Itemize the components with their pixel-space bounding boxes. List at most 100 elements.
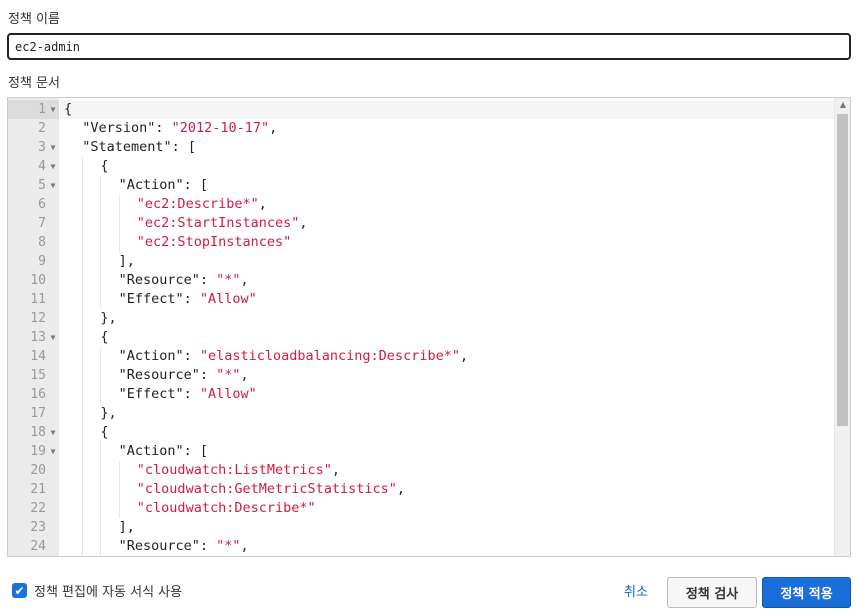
indent-guide: [100, 290, 102, 309]
indent-guide: [100, 537, 102, 556]
code-line[interactable]: 4 ▼ {: [8, 157, 835, 176]
indent-guide: [100, 442, 102, 461]
code-line[interactable]: 7 "ec2:StartInstances",: [8, 214, 835, 233]
code-line[interactable]: 22 "cloudwatch:Describe*": [8, 499, 835, 518]
code-line[interactable]: 19 ▼ "Action": [: [8, 442, 835, 461]
fold-arrow-icon[interactable]: ▼: [48, 100, 58, 119]
string-token: "*": [216, 538, 241, 554]
indent-guide: [100, 252, 102, 271]
checkmark-icon[interactable]: ✔: [12, 583, 27, 598]
code-text: "cloudwatch:GetMetricStatistics",: [137, 480, 405, 499]
indent-guide: [82, 442, 84, 461]
line-number: 10: [30, 273, 46, 288]
string-token: "cloudwatch:Describe*": [136, 500, 316, 516]
indent-guide: [100, 233, 102, 252]
code-text: },: [100, 309, 116, 328]
scroll-up-arrow-icon[interactable]: ▲: [835, 98, 850, 112]
line-number: 19: [30, 444, 46, 459]
indent-guide: [82, 271, 84, 290]
indent-guide: [82, 233, 84, 252]
policy-name-label: 정책 이름: [8, 12, 60, 27]
line-number: 1: [38, 102, 46, 117]
code-line[interactable]: 18 ▼ {: [8, 423, 835, 442]
indent-guide: [118, 499, 120, 518]
fold-arrow-icon[interactable]: ▼: [48, 157, 58, 176]
indent-guide: [100, 271, 102, 290]
indent-guide: [82, 423, 84, 442]
line-number: 16: [30, 387, 46, 402]
fold-arrow-icon[interactable]: ▼: [48, 442, 58, 461]
code-line[interactable]: 20 "cloudwatch:ListMetrics",: [8, 461, 835, 480]
code-text: "cloudwatch:Describe*": [137, 499, 316, 518]
fold-arrow-icon[interactable]: ▼: [48, 176, 58, 195]
code-line[interactable]: 3 ▼ "Statement": [: [8, 138, 835, 157]
string-token: "elasticloadbalancing:Describe*": [199, 348, 460, 364]
code-line[interactable]: 2 "Version": "2012-10-17",: [8, 119, 835, 138]
code-line[interactable]: 13 ▼ {: [8, 328, 835, 347]
code-text: "Effect": "Allow": [119, 385, 257, 404]
punctuation-token: ,: [396, 481, 406, 497]
punctuation-token: {: [64, 101, 73, 117]
indent-guide: [82, 518, 84, 537]
indent-guide: [118, 233, 120, 252]
line-number: 15: [30, 368, 46, 383]
code-line[interactable]: 16 "Effect": "Allow": [8, 385, 835, 404]
code-text: "Statement": [: [82, 138, 196, 157]
punctuation-token: {: [100, 329, 109, 345]
code-text: },: [100, 404, 116, 423]
punctuation-token: "Action":: [118, 348, 200, 364]
code-line[interactable]: 1 ▼ {: [8, 100, 835, 119]
code-line[interactable]: 23],: [8, 518, 835, 537]
code-line[interactable]: 12},: [8, 309, 835, 328]
code-line[interactable]: 21 "cloudwatch:GetMetricStatistics",: [8, 480, 835, 499]
line-number: 17: [30, 406, 46, 421]
indent-guide: [82, 195, 84, 214]
indent-guide: [100, 214, 102, 233]
line-number: 12: [30, 311, 46, 326]
indent-guide: [118, 480, 120, 499]
indent-guide: [82, 309, 84, 328]
scrollbar-thumb[interactable]: [837, 114, 848, 426]
line-number: 24: [30, 539, 46, 554]
fold-arrow-icon[interactable]: ▼: [48, 423, 58, 442]
code-line[interactable]: 24 "Resource": "*",: [8, 537, 835, 556]
line-number: 23: [30, 520, 46, 535]
punctuation-token: ,: [459, 348, 469, 364]
code-line[interactable]: 9],: [8, 252, 835, 271]
line-number: 4: [38, 159, 46, 174]
code-line[interactable]: 17},: [8, 404, 835, 423]
code-line[interactable]: 15 "Resource": "*",: [8, 366, 835, 385]
apply-policy-button[interactable]: 정책 적용: [762, 577, 851, 608]
punctuation-token: ,: [258, 196, 267, 212]
code-line[interactable]: 11 "Effect": "Allow": [8, 290, 835, 309]
string-token: "Allow": [199, 291, 257, 307]
policy-document-editor[interactable]: 1 ▼{2 "Version": "2012-10-17", 3 ▼ "Statement…: [7, 97, 851, 557]
review-policy-button[interactable]: 정책 검사: [667, 577, 757, 608]
indent-guide: [100, 347, 102, 366]
indent-guide: [100, 518, 102, 537]
cancel-button[interactable]: 취소: [624, 581, 648, 600]
code-line[interactable]: 14 "Action": "elasticloadbalancing:Descri…: [8, 347, 835, 366]
code-text: "Action": [: [119, 176, 208, 195]
code-text: "Version": "2012-10-17",: [82, 119, 277, 138]
punctuation-token: {: [100, 158, 109, 174]
code-line[interactable]: 6 "ec2:Describe*",: [8, 195, 835, 214]
punctuation-token: "Statement": [: [82, 139, 196, 155]
line-number: 3: [38, 140, 46, 155]
code-line[interactable]: 10 "Resource": "*",: [8, 271, 835, 290]
line-number: 21: [30, 482, 46, 497]
indent-guide: [118, 461, 120, 480]
line-number: 18: [30, 425, 46, 440]
code-text: "Resource": "*",: [119, 366, 249, 385]
indent-guide: [100, 385, 102, 404]
code-line[interactable]: 8 "ec2:StopInstances": [8, 233, 835, 252]
editor-scrollbar[interactable]: ▲: [834, 98, 850, 556]
policy-name-input[interactable]: [7, 33, 851, 60]
fold-arrow-icon[interactable]: ▼: [48, 328, 58, 347]
autoformat-toggle[interactable]: ✔ 정책 편집에 자동 서식 사용: [12, 581, 182, 600]
line-number: 5: [38, 178, 46, 193]
code-line[interactable]: 5 ▼ "Action": [: [8, 176, 835, 195]
code-lines[interactable]: 1 ▼{2 "Version": "2012-10-17", 3 ▼ "Statement…: [8, 100, 835, 556]
code-text: ],: [119, 518, 135, 537]
fold-arrow-icon[interactable]: ▼: [48, 138, 58, 157]
